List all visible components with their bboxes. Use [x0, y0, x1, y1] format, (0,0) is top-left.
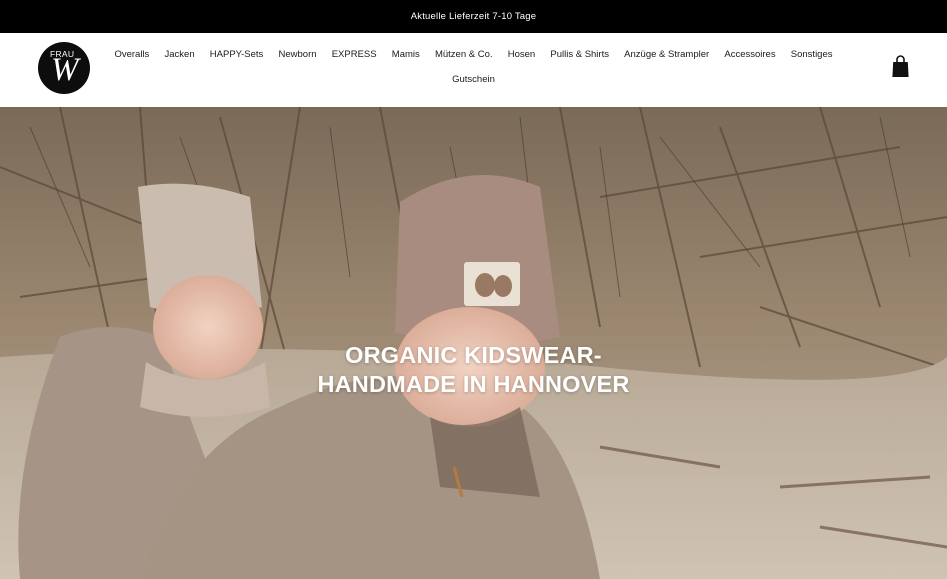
nav-item-muetzen[interactable]: Mützen & Co.: [427, 49, 500, 61]
cart-button[interactable]: [892, 55, 909, 78]
main-nav-row-1: Overalls Jacken HAPPY-Sets Newborn EXPRE…: [0, 49, 947, 61]
nav-item-express[interactable]: EXPRESS: [324, 49, 384, 61]
hero-title: ORGANIC KIDSWEAR- HANDMADE IN HANNOVER: [0, 341, 947, 399]
hero-title-line-1: ORGANIC KIDSWEAR-: [345, 342, 602, 368]
shopping-bag-icon: [892, 55, 909, 77]
site-header: FRAU W Overalls Jacken HAPPY-Sets Newbor…: [0, 33, 947, 107]
main-nav-row-2: Gutschein: [0, 74, 947, 86]
nav-item-pullis-shirts[interactable]: Pullis & Shirts: [543, 49, 617, 61]
nav-item-newborn[interactable]: Newborn: [271, 49, 324, 61]
nav-item-jacken[interactable]: Jacken: [157, 49, 202, 61]
nav-item-mamis[interactable]: Mamis: [384, 49, 427, 61]
hero-banner[interactable]: ORGANIC KIDSWEAR- HANDMADE IN HANNOVER: [0, 107, 947, 579]
nav-item-anzuege-strampler[interactable]: Anzüge & Strampler: [617, 49, 717, 61]
announcement-text: Aktuelle Lieferzeit 7-10 Tage: [410, 11, 537, 22]
nav-item-gutschein[interactable]: Gutschein: [445, 74, 503, 86]
nav-item-sonstiges[interactable]: Sonstiges: [783, 49, 840, 61]
announcement-bar: Aktuelle Lieferzeit 7-10 Tage: [0, 0, 947, 33]
nav-item-hosen[interactable]: Hosen: [500, 49, 543, 61]
nav-item-accessoires[interactable]: Accessoires: [717, 49, 783, 61]
nav-item-overalls[interactable]: Overalls: [107, 49, 157, 61]
hero-title-line-2: HANDMADE IN HANNOVER: [317, 371, 630, 397]
nav-item-happy-sets[interactable]: HAPPY-Sets: [202, 49, 271, 61]
